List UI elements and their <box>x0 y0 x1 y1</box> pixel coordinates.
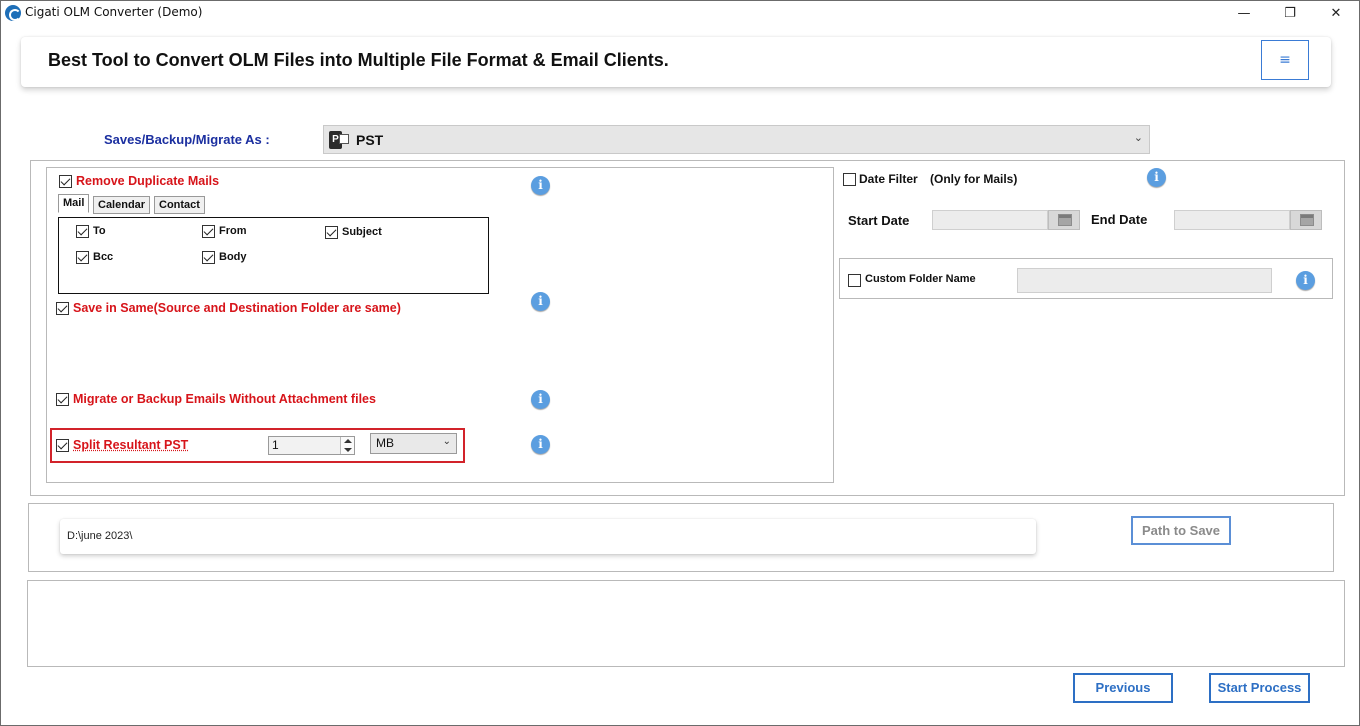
format-value: PST <box>356 132 384 148</box>
info-icon[interactable]: i <box>1296 271 1315 290</box>
custom-folder-input[interactable] <box>1017 268 1272 293</box>
stepper-up-icon[interactable] <box>344 439 352 443</box>
field-to-checkbox[interactable] <box>76 225 89 238</box>
split-pst-checkbox[interactable] <box>56 439 69 452</box>
field-from-label: From <box>219 225 247 237</box>
save-in-same-label: Save in Same(Source and Destination Fold… <box>73 301 401 315</box>
end-date-calendar-button[interactable] <box>1290 210 1322 230</box>
maximize-button[interactable]: ❐ <box>1267 1 1313 25</box>
tab-calendar[interactable]: Calendar <box>93 196 151 214</box>
date-filter-note: (Only for Mails) <box>930 172 1018 186</box>
tab-contact[interactable]: Contact <box>154 196 205 214</box>
output-path-value: D:\june 2023\ <box>67 530 133 542</box>
info-icon[interactable]: i <box>1147 168 1166 187</box>
remove-duplicates-checkbox[interactable] <box>59 175 72 188</box>
stepper-down-icon[interactable] <box>344 448 352 452</box>
field-bcc-label: Bcc <box>93 251 114 263</box>
save-in-same-checkbox[interactable] <box>56 302 69 315</box>
previous-button[interactable]: Previous <box>1073 673 1173 703</box>
info-icon[interactable]: i <box>531 390 550 409</box>
hamburger-menu-button[interactable]: ≡ <box>1261 40 1309 80</box>
start-process-button[interactable]: Start Process <box>1209 673 1310 703</box>
chevron-down-icon: ⌄ <box>442 436 451 447</box>
date-filter-checkbox[interactable] <box>843 173 856 186</box>
split-pst-label: Split Resultant PST <box>73 438 189 452</box>
without-attachments-checkbox[interactable] <box>56 393 69 406</box>
custom-folder-checkbox[interactable] <box>848 274 861 287</box>
chevron-down-icon: ⌄ <box>1133 131 1143 144</box>
hamburger-icon: ≡ <box>1279 52 1291 68</box>
field-bcc-checkbox[interactable] <box>76 251 89 264</box>
end-date-input[interactable] <box>1174 210 1290 230</box>
mail-fields-box <box>58 217 489 294</box>
calendar-icon <box>1058 214 1072 226</box>
app-logo-icon <box>5 5 21 21</box>
field-subject-label: Subject <box>342 226 382 238</box>
end-date-label: End Date <box>1091 212 1148 227</box>
header-banner: Best Tool to Convert OLM Files into Mult… <box>21 37 1331 87</box>
log-panel <box>27 580 1345 667</box>
split-unit-value: MB <box>376 436 394 450</box>
tab-mail[interactable]: Mail <box>58 194 90 213</box>
title-bar: Cigati OLM Converter (Demo) — ❐ ✕ <box>1 1 1359 27</box>
info-icon[interactable]: i <box>531 292 550 311</box>
app-window: Cigati OLM Converter (Demo) — ❐ ✕ Best T… <box>0 0 1360 726</box>
minimize-button[interactable]: — <box>1221 1 1267 25</box>
field-body-label: Body <box>219 251 247 263</box>
field-to-label: To <box>93 225 106 237</box>
custom-folder-label: Custom Folder Name <box>865 273 976 285</box>
without-attachments-label: Migrate or Backup Emails Without Attachm… <box>73 392 376 406</box>
calendar-icon <box>1300 214 1314 226</box>
start-date-input[interactable] <box>932 210 1048 230</box>
start-date-calendar-button[interactable] <box>1048 210 1080 230</box>
info-icon[interactable]: i <box>531 435 550 454</box>
output-path-field[interactable]: D:\june 2023\ <box>60 519 1036 554</box>
path-to-save-button[interactable]: Path to Save <box>1131 516 1231 545</box>
field-from-checkbox[interactable] <box>202 225 215 238</box>
split-unit-select[interactable]: MB ⌄ <box>370 433 457 454</box>
stepper-buttons[interactable] <box>340 437 354 454</box>
format-select[interactable]: P PST ⌄ <box>323 125 1150 154</box>
pst-icon: P <box>329 130 349 150</box>
date-filter-label: Date Filter <box>859 172 918 186</box>
field-subject-checkbox[interactable] <box>325 226 338 239</box>
start-date-label: Start Date <box>848 213 910 228</box>
field-body-checkbox[interactable] <box>202 251 215 264</box>
split-size-stepper[interactable]: 1 <box>268 436 355 455</box>
close-button[interactable]: ✕ <box>1313 1 1359 25</box>
saveas-label: Saves/Backup/Migrate As : <box>104 132 270 147</box>
header-title: Best Tool to Convert OLM Files into Mult… <box>48 50 669 70</box>
split-size-value: 1 <box>272 438 279 452</box>
remove-duplicates-label: Remove Duplicate Mails <box>76 174 220 188</box>
window-title: Cigati OLM Converter (Demo) <box>25 5 203 19</box>
info-icon[interactable]: i <box>531 176 550 195</box>
